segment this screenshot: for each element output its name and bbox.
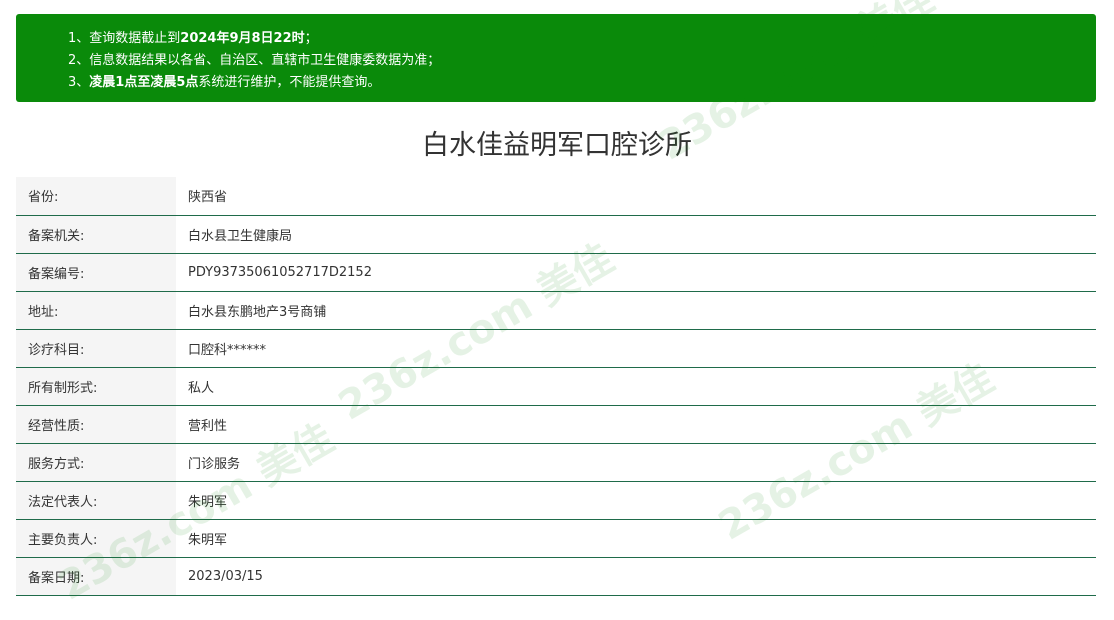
row-value: 白水县东鹏地产3号商铺 bbox=[176, 291, 1096, 330]
row-value: 2023/03/15 bbox=[176, 557, 1096, 596]
row-value: 陕西省 bbox=[176, 177, 1096, 216]
row-label: 省份: bbox=[16, 177, 176, 216]
row-label: 法定代表人: bbox=[16, 481, 176, 520]
row-value: 朱明军 bbox=[176, 519, 1096, 558]
notice-line-2: 2、信息数据结果以各省、自治区、直辖市卫生健康委数据为准； bbox=[68, 53, 441, 68]
table-row: 服务方式: 门诊服务 bbox=[16, 443, 1096, 482]
table-row: 备案机关: 白水县卫生健康局 bbox=[16, 215, 1096, 254]
notice-line-1: 1、查询数据截止到2024年9月8日22时； bbox=[68, 31, 318, 46]
table-row: 备案编号: PDY93735061052717D2152 bbox=[16, 253, 1096, 292]
row-value: 营利性 bbox=[176, 405, 1096, 444]
page: 1、查询数据截止到2024年9月8日22时； 2、信息数据结果以各省、自治区、直… bbox=[0, 0, 1114, 620]
notice-banner: 1、查询数据截止到2024年9月8日22时； 2、信息数据结果以各省、自治区、直… bbox=[16, 14, 1096, 102]
row-value: 门诊服务 bbox=[176, 443, 1096, 482]
clinic-info-table: 省份: 陕西省 备案机关: 白水县卫生健康局 备案编号: PDY93735061… bbox=[16, 177, 1096, 596]
table-row: 地址: 白水县东鹏地产3号商铺 bbox=[16, 291, 1096, 330]
row-label: 地址: bbox=[16, 291, 176, 330]
row-label: 备案日期: bbox=[16, 557, 176, 596]
table-row: 主要负责人: 朱明军 bbox=[16, 519, 1096, 558]
row-value: 朱明军 bbox=[176, 481, 1096, 520]
notice-line-3: 3、凌晨1点至凌晨5点系统进行维护，不能提供查询。 bbox=[68, 75, 381, 90]
row-value: 白水县卫生健康局 bbox=[176, 215, 1096, 254]
row-label: 服务方式: bbox=[16, 443, 176, 482]
table-row: 所有制形式: 私人 bbox=[16, 367, 1096, 406]
row-value: 口腔科****** bbox=[176, 329, 1096, 368]
row-label: 备案机关: bbox=[16, 215, 176, 254]
row-label: 诊疗科目: bbox=[16, 329, 176, 368]
row-label: 备案编号: bbox=[16, 253, 176, 292]
row-label: 经营性质: bbox=[16, 405, 176, 444]
table-row: 经营性质: 营利性 bbox=[16, 405, 1096, 444]
row-value: 私人 bbox=[176, 367, 1096, 406]
table-row: 法定代表人: 朱明军 bbox=[16, 481, 1096, 520]
table-row: 省份: 陕西省 bbox=[16, 177, 1096, 216]
row-label: 主要负责人: bbox=[16, 519, 176, 558]
page-title: 白水佳益明军口腔诊所 bbox=[422, 130, 692, 161]
row-value: PDY93735061052717D2152 bbox=[176, 253, 1096, 292]
table-row: 备案日期: 2023/03/15 bbox=[16, 557, 1096, 596]
table-row: 诊疗科目: 口腔科****** bbox=[16, 329, 1096, 368]
row-label: 所有制形式: bbox=[16, 367, 176, 406]
